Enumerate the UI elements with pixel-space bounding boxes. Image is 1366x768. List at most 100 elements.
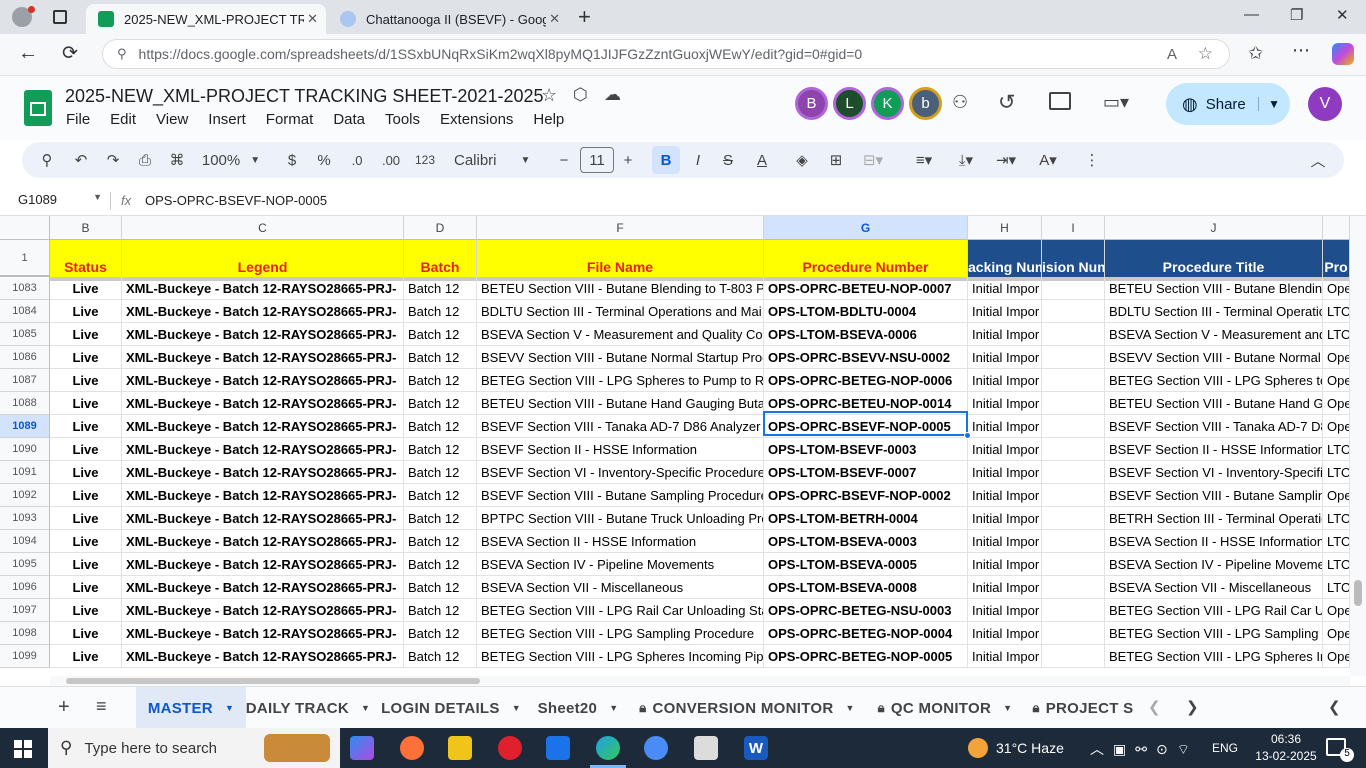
increase-decimal-button[interactable]: .00: [376, 142, 406, 178]
menu-view[interactable]: View: [156, 111, 188, 128]
decrease-decimal-button[interactable]: .0: [344, 142, 370, 178]
menu-extensions[interactable]: Extensions: [440, 111, 513, 128]
cell-title[interactable]: BSEVF Section VIII - Butane Sampling: [1105, 484, 1323, 507]
cell-rev[interactable]: [1042, 461, 1105, 484]
zoom-select[interactable]: 100% ▼: [198, 142, 264, 178]
column-header[interactable]: F: [477, 216, 764, 240]
cell-proc[interactable]: OPS-OPRC-BSEVF-NOP-0002: [764, 484, 968, 507]
formula-input[interactable]: OPS-OPRC-BSEVF-NOP-0005: [145, 193, 327, 208]
collaborator-avatar[interactable]: K: [871, 87, 904, 120]
cell-proc[interactable]: OPS-LTOM-BSEVF-0007: [764, 461, 968, 484]
cell-title[interactable]: BETEG Section VIII - LPG Rail Car Unl: [1105, 599, 1323, 622]
cell-status[interactable]: Live: [50, 553, 122, 576]
collaborator-avatar[interactable]: B: [795, 87, 828, 120]
cell-rev[interactable]: [1042, 346, 1105, 369]
cell-batch[interactable]: Batch 12: [404, 484, 477, 507]
cell-file[interactable]: BPTPC Section VIII - Butane Truck Unload…: [477, 507, 764, 530]
chevron-down-icon[interactable]: ▼: [361, 703, 370, 713]
row-number[interactable]: 1090: [0, 438, 50, 461]
chevron-down-icon[interactable]: ▼: [609, 703, 618, 713]
header-cell[interactable]: Pro: [1323, 240, 1350, 278]
cell-title[interactable]: BSEVF Section II - HSSE Information: [1105, 438, 1323, 461]
clock-time[interactable]: 06:36: [1258, 732, 1314, 746]
share-button[interactable]: ◍ Share ▼: [1166, 83, 1290, 125]
italic-button[interactable]: I: [686, 142, 710, 178]
cell-legend[interactable]: XML-Buckeye - Batch 12-RAYSO28665-PRJ-: [122, 346, 404, 369]
cell-batch[interactable]: Batch 12: [404, 507, 477, 530]
cell-file[interactable]: BSEVF Section VI - Inventory-Specific Pr…: [477, 461, 764, 484]
comments-icon[interactable]: [1049, 92, 1071, 110]
cell-batch[interactable]: Batch 12: [404, 392, 477, 415]
move-folder-icon[interactable]: ⬡: [573, 85, 588, 105]
collaborator-avatar[interactable]: b: [909, 87, 942, 120]
cell-batch[interactable]: Batch 12: [404, 576, 477, 599]
cell-file[interactable]: BSEVA Section IV - Pipeline Movements: [477, 553, 764, 576]
sheet-tab[interactable]: DAILY TRACK ▼: [240, 687, 376, 729]
cell-title[interactable]: BDLTU Section III - Terminal Operatic: [1105, 300, 1323, 323]
cell-title[interactable]: BSEVF Section VIII - Tanaka AD-7 D8: [1105, 415, 1323, 438]
menu-format[interactable]: Format: [266, 111, 314, 128]
refresh-icon[interactable]: ⟳: [62, 42, 78, 65]
cell-legend[interactable]: XML-Buckeye - Batch 12-RAYSO28665-PRJ-: [122, 645, 404, 668]
horizontal-scrollbar[interactable]: [50, 676, 1350, 686]
cell-track[interactable]: Initial Impor: [968, 576, 1042, 599]
cell-track[interactable]: Initial Impor: [968, 622, 1042, 645]
row-number[interactable]: 1099: [0, 645, 50, 668]
close-tab-icon[interactable]: ✕: [307, 11, 318, 27]
header-cell[interactable]: Procedure Number: [764, 240, 968, 278]
cell-status[interactable]: Live: [50, 622, 122, 645]
cell-rev[interactable]: [1042, 530, 1105, 553]
row-number[interactable]: 1093: [0, 507, 50, 530]
cell-file[interactable]: BSEVF Section VIII - Tanaka AD-7 D86 Ana…: [477, 415, 764, 438]
cell-status[interactable]: Live: [50, 576, 122, 599]
cell-pro[interactable]: LTO: [1323, 553, 1350, 576]
cell-legend[interactable]: XML-Buckeye - Batch 12-RAYSO28665-PRJ-: [122, 576, 404, 599]
text-wrapping-icon[interactable]: ⇥▾: [990, 142, 1022, 178]
cell-status[interactable]: Live: [50, 369, 122, 392]
cell-pro[interactable]: LTO: [1323, 323, 1350, 346]
cell-rev[interactable]: [1042, 415, 1105, 438]
sheet-tab[interactable]: LOGIN DETAILS ▼: [376, 687, 526, 729]
cell-rev[interactable]: [1042, 553, 1105, 576]
taskbar-search-box[interactable]: ⚲ Type here to search: [48, 728, 340, 768]
cell-legend[interactable]: XML-Buckeye - Batch 12-RAYSO28665-PRJ-: [122, 553, 404, 576]
cell-rev[interactable]: [1042, 369, 1105, 392]
cell-status[interactable]: Live: [50, 300, 122, 323]
opera-icon[interactable]: [498, 736, 522, 760]
cell-status[interactable]: Live: [50, 415, 122, 438]
row-number[interactable]: 1085: [0, 323, 50, 346]
percent-format-button[interactable]: %: [314, 142, 334, 178]
cell-status[interactable]: Live: [50, 530, 122, 553]
cell-title[interactable]: BSEVA Section V - Measurement and: [1105, 323, 1323, 346]
edge-icon[interactable]: [596, 736, 620, 760]
cell-track[interactable]: Initial Impor: [968, 300, 1042, 323]
text-rotation-icon[interactable]: A▾: [1032, 142, 1064, 178]
cell-rev[interactable]: [1042, 277, 1105, 300]
meet-icon[interactable]: ▭▾: [1103, 92, 1129, 113]
cell-track[interactable]: Initial Impor: [968, 484, 1042, 507]
bold-button[interactable]: B: [652, 146, 680, 174]
cell-pro[interactable]: Ope: [1323, 415, 1350, 438]
cell-track[interactable]: Initial Impor: [968, 461, 1042, 484]
cell-rev[interactable]: [1042, 300, 1105, 323]
cell-batch[interactable]: Batch 12: [404, 645, 477, 668]
sheet-tab[interactable]: MASTER ▼: [136, 687, 246, 729]
cell-file[interactable]: BETEG Section VIII - LPG Spheres Incomin…: [477, 645, 764, 668]
cell-file[interactable]: BSEVA Section V - Measurement and Qualit…: [477, 323, 764, 346]
cell-rev[interactable]: [1042, 438, 1105, 461]
language-indicator[interactable]: ENG: [1212, 741, 1238, 755]
cell-batch[interactable]: Batch 12: [404, 530, 477, 553]
cell-pro[interactable]: LTO: [1323, 461, 1350, 484]
row-number[interactable]: 1087: [0, 369, 50, 392]
snipping-tool-icon[interactable]: [694, 736, 718, 760]
clock-date[interactable]: 13-02-2025: [1254, 749, 1318, 763]
url-field[interactable]: ⚲ https://docs.google.com/spreadsheets/d…: [102, 39, 1230, 69]
cell-status[interactable]: Live: [50, 438, 122, 461]
sheet-tab[interactable]: 🔒︎ QC MONITOR ▼: [868, 687, 1022, 729]
cell-track[interactable]: Initial Impor: [968, 369, 1042, 392]
weather-text[interactable]: 31°C Haze: [996, 740, 1064, 756]
chevron-down-icon[interactable]: ▼: [512, 703, 521, 713]
windows-start-icon[interactable]: [14, 740, 32, 758]
cell-batch[interactable]: Batch 12: [404, 277, 477, 300]
cell-proc[interactable]: OPS-LTOM-BSEVA-0003: [764, 530, 968, 553]
